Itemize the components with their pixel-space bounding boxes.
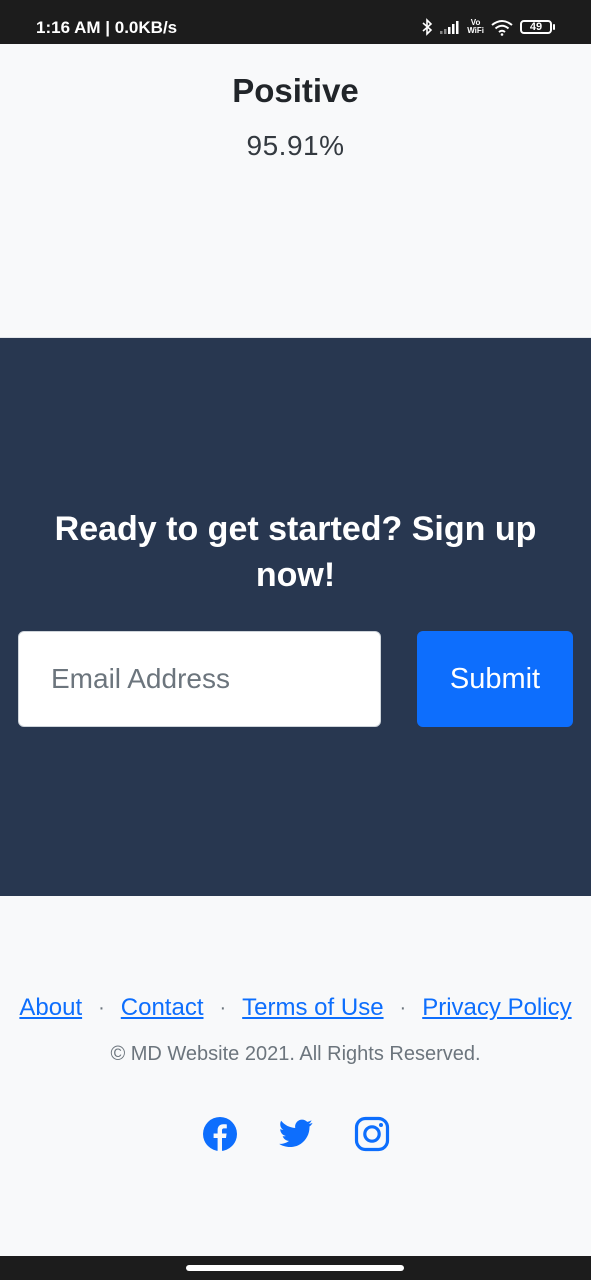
vowifi-icon: Vo WiFi — [467, 18, 484, 35]
bluetooth-icon — [421, 18, 433, 36]
facebook-icon[interactable] — [202, 1116, 238, 1152]
copyright-text: © MD Website 2021. All Rights Reserved. — [110, 1043, 481, 1065]
status-bar: 1:16 AM | 0.0KB/s Vo WiFi 49 — [0, 0, 591, 44]
submit-button[interactable]: Submit — [417, 631, 573, 727]
footer-links: About · Contact · Terms of Use · Privacy… — [0, 994, 591, 1022]
twitter-icon[interactable] — [278, 1116, 314, 1152]
privacy-policy-link[interactable]: Privacy Policy — [422, 994, 571, 1022]
wifi-icon — [490, 18, 514, 36]
email-input[interactable] — [18, 631, 381, 727]
home-indicator[interactable] — [186, 1265, 404, 1271]
signup-heading: Ready to get started? Sign up now! — [54, 510, 537, 594]
signup-section: Ready to get started? Sign up now! Submi… — [0, 338, 591, 896]
link-separator: · — [399, 996, 407, 1019]
terms-of-use-link[interactable]: Terms of Use — [242, 994, 383, 1022]
sentiment-score: 95.91% — [246, 130, 345, 161]
battery-level: 49 — [520, 20, 552, 34]
status-icons: Vo WiFi 49 — [421, 16, 555, 38]
link-separator: · — [219, 996, 227, 1019]
status-time-speed: 1:16 AM | 0.0KB/s — [36, 18, 178, 37]
signal-icon — [439, 19, 461, 35]
system-nav-bar — [0, 1256, 591, 1280]
instagram-icon[interactable] — [354, 1116, 390, 1152]
contact-link[interactable]: Contact — [121, 994, 204, 1022]
link-separator: · — [98, 996, 105, 1019]
sentiment-label: Positive — [232, 72, 359, 109]
footer: About · Contact · Terms of Use · Privacy… — [0, 896, 591, 1256]
battery-icon: 49 — [520, 20, 555, 34]
result-section: Positive 95.91% — [0, 44, 591, 338]
about-link[interactable]: About — [19, 994, 82, 1022]
social-links — [0, 1116, 591, 1152]
